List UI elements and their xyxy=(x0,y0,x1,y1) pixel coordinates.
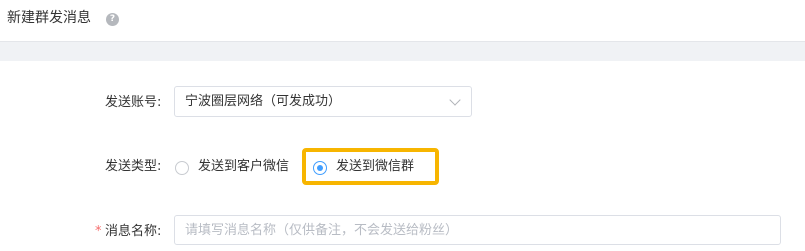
radio-customer-wechat-label[interactable]: 发送到客户微信 xyxy=(198,159,289,175)
header-divider-band xyxy=(0,42,805,61)
question-circle-icon[interactable]: ? xyxy=(106,13,119,26)
message-name-input[interactable] xyxy=(174,215,781,245)
radio-customer-wechat[interactable] xyxy=(175,161,189,175)
page-title: 新建群发消息 xyxy=(7,10,91,26)
message-name-label: 消息名称: xyxy=(105,224,162,239)
account-select-value: 宁波圈层网络（可发成功） xyxy=(185,94,342,109)
highlight-annotation-box xyxy=(302,148,439,185)
page-header: 新建群发消息 ? xyxy=(0,0,805,42)
account-label: 发送账号: xyxy=(105,95,162,110)
chevron-down-icon xyxy=(449,94,461,106)
account-select[interactable]: 宁波圈层网络（可发成功） xyxy=(174,86,472,117)
send-type-label: 发送类型: xyxy=(105,159,162,174)
required-asterisk: * xyxy=(95,224,102,239)
